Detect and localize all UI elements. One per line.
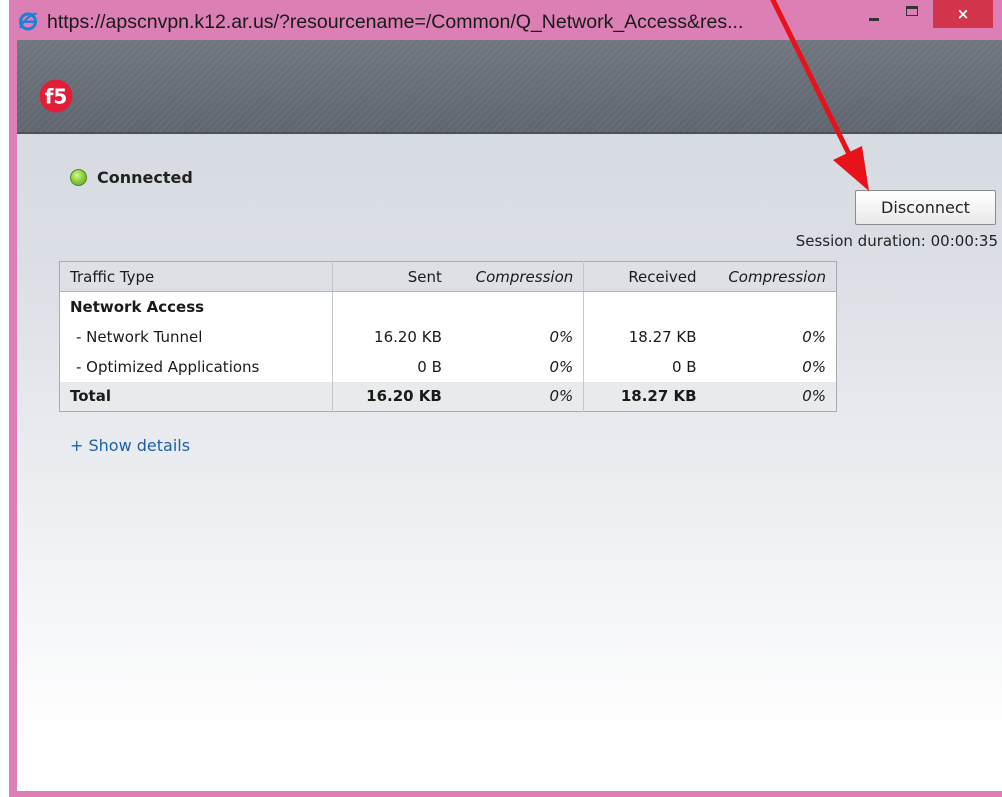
total-received: 18.27 KB (583, 381, 707, 412)
header-sent: Sent (331, 261, 452, 292)
header-sent-compression: Compression (451, 261, 584, 292)
browser-popup-window: https://apscnvpn.k12.ar.us/?resourcename… (9, 0, 1002, 797)
row-sent: 0 B (331, 351, 452, 382)
connection-status: Connected (70, 165, 193, 189)
row-received (583, 291, 707, 322)
f5-logo: f5 (39, 79, 73, 113)
minimize-icon (869, 17, 879, 21)
total-label: Total (70, 387, 111, 406)
row-sent-compression: 0% (549, 327, 574, 346)
vpn-status-panel: f5 Connected Disconnect Session duration… (17, 40, 1002, 791)
row-received-compression (707, 292, 837, 322)
table-row: Network Access (60, 291, 837, 322)
total-sent: 16.20 KB (331, 381, 452, 412)
title-bar[interactable]: https://apscnvpn.k12.ar.us/?resourcename… (9, 0, 1002, 40)
row-type: Network Access (70, 297, 205, 316)
row-type: - Optimized Applications (76, 357, 260, 376)
total-received-compression: 0% (802, 387, 826, 406)
table-header-row: Traffic Type Sent Compression Received C… (59, 261, 837, 292)
row-received: 0 B (583, 351, 707, 382)
disconnect-button[interactable]: Disconnect (855, 190, 996, 225)
minimize-button[interactable] (857, 0, 891, 28)
status-indicator-icon (70, 168, 87, 186)
total-sent-compression: 0% (549, 387, 574, 406)
close-button[interactable]: × (933, 0, 993, 28)
session-duration: Session duration: 00:00:35 (795, 232, 998, 250)
row-sent: 16.20 KB (331, 321, 452, 352)
f5-logo-text: f5 (45, 85, 68, 109)
table-row: - Optimized Applications 0 B 0% 0 B 0% (60, 351, 837, 382)
status-label: Connected (97, 167, 193, 187)
row-received-compression: 0% (802, 357, 826, 376)
maximize-button[interactable] (895, 0, 929, 28)
row-sent (331, 291, 452, 322)
close-icon: × (956, 5, 970, 23)
row-received: 18.27 KB (583, 321, 707, 352)
maximize-icon (906, 6, 918, 16)
row-received-compression: 0% (802, 327, 826, 346)
header-received: Received (583, 261, 707, 292)
show-details-link[interactable]: + Show details (70, 436, 190, 455)
row-sent-compression: 0% (549, 357, 574, 376)
window-title: https://apscnvpn.k12.ar.us/?resourcename… (47, 11, 744, 33)
ie-icon (19, 12, 37, 31)
total-row: Total 16.20 KB 0% 18.27 KB 0% (59, 381, 837, 412)
traffic-table: Traffic Type Sent Compression Received C… (59, 261, 837, 412)
row-type: - Network Tunnel (76, 327, 203, 346)
header-traffic-type: Traffic Type (59, 261, 333, 292)
f5-header-banner: f5 (17, 40, 1002, 134)
row-sent-compression (452, 292, 584, 322)
header-received-compression: Compression (706, 261, 837, 292)
table-row: - Network Tunnel 16.20 KB 0% 18.27 KB 0% (60, 321, 837, 352)
